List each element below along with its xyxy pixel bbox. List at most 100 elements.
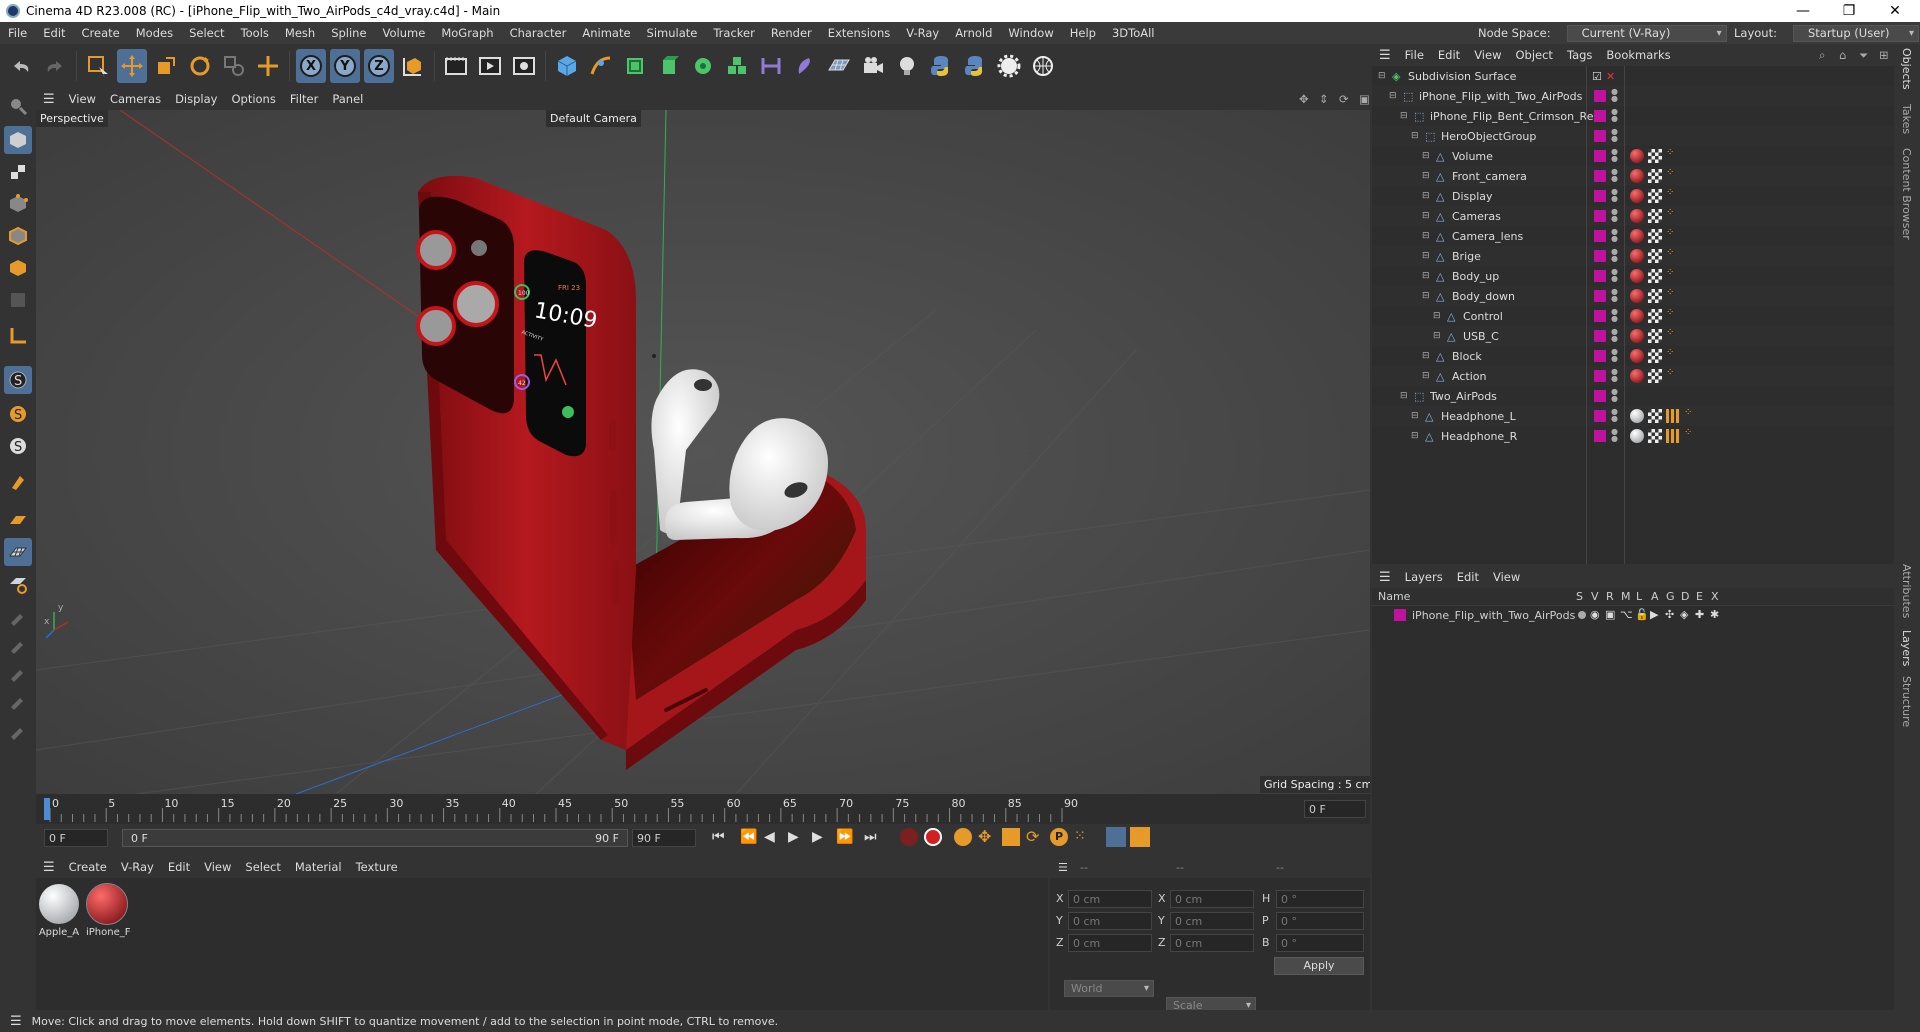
expand-toggle-icon[interactable]: ⊟ bbox=[1433, 311, 1441, 321]
expand-toggle-icon[interactable]: ⊟ bbox=[1422, 151, 1430, 161]
layer-color-tag[interactable] bbox=[1594, 270, 1606, 282]
layer-solo-icon[interactable] bbox=[1578, 611, 1586, 619]
layer-color-tag[interactable] bbox=[1594, 290, 1606, 302]
viewport-menu-options[interactable]: Options bbox=[224, 92, 282, 106]
axis-mode-icon[interactable] bbox=[4, 322, 32, 350]
close-button[interactable]: ✕ bbox=[1872, 0, 1918, 22]
object-name[interactable]: Brige bbox=[1452, 250, 1481, 263]
node-space-dropdown[interactable]: Current (V-Ray) bbox=[1566, 24, 1727, 42]
visibility-dots-icon[interactable]: ● ● bbox=[1611, 108, 1618, 123]
coord-size-z-field[interactable]: 0 cm bbox=[1170, 934, 1254, 952]
object-row[interactable]: ⊟ △ Block ● ● ⁘ bbox=[1372, 346, 1894, 366]
layer-render-icon[interactable]: ▣ bbox=[1605, 608, 1615, 621]
current-frame-field[interactable]: 0 F bbox=[1304, 800, 1366, 818]
object-row[interactable]: ⊟ ◈ Subdivision Surface ☑ ✕ bbox=[1372, 66, 1894, 86]
material-tag-icon[interactable] bbox=[1630, 149, 1644, 163]
undo-icon[interactable] bbox=[6, 49, 36, 83]
phong-tag-icon[interactable]: ⁘ bbox=[1666, 287, 1674, 298]
menu-create[interactable]: Create bbox=[74, 26, 128, 40]
material-tag-icon[interactable] bbox=[1630, 409, 1644, 423]
workplane-snap-icon[interactable]: S bbox=[4, 432, 32, 460]
start-frame-field[interactable]: 0 F bbox=[44, 829, 108, 847]
floor-icon[interactable] bbox=[824, 49, 854, 83]
object-row[interactable]: ⊟ ⬚ iPhone_Flip_Bent_Crimson_Red ● ● bbox=[1372, 106, 1894, 126]
record-icon[interactable] bbox=[900, 828, 918, 846]
expand-toggle-icon[interactable]: ⊟ bbox=[1378, 71, 1386, 81]
visibility-dots-icon[interactable]: ● ● bbox=[1611, 288, 1618, 303]
uvw-tag-icon[interactable] bbox=[1648, 409, 1662, 423]
search-icon[interactable]: ⌕ bbox=[1812, 48, 1832, 63]
object-row[interactable]: ⊟ △ Headphone_L ● ● ⁘ bbox=[1372, 406, 1894, 426]
object-menu-object[interactable]: Object bbox=[1508, 48, 1559, 62]
layer-color-tag[interactable] bbox=[1594, 310, 1606, 322]
layer-deformer-icon[interactable]: ◈ bbox=[1680, 608, 1688, 621]
visibility-dots-icon[interactable]: ● ● bbox=[1611, 128, 1618, 143]
coord-menu-icon[interactable]: ☰ bbox=[1050, 861, 1076, 874]
uvw-tag-icon[interactable] bbox=[1648, 429, 1662, 443]
object-row[interactable]: ⊟ △ Brige ● ● ⁘ bbox=[1372, 246, 1894, 266]
selection-tag-icon[interactable] bbox=[1666, 409, 1680, 423]
live-selection-icon[interactable] bbox=[83, 49, 113, 83]
disable-x-icon[interactable]: ✕ bbox=[1606, 70, 1615, 83]
visibility-dots-icon[interactable]: ● ● bbox=[1611, 188, 1618, 203]
layer-menu-icon[interactable]: ☰ bbox=[1372, 570, 1398, 585]
layer-color-tag[interactable] bbox=[1594, 190, 1606, 202]
object-name[interactable]: Subdivision Surface bbox=[1408, 70, 1516, 83]
layer-color-tag[interactable] bbox=[1594, 430, 1606, 442]
coord-pos-y-field[interactable]: 0 cm bbox=[1068, 912, 1152, 930]
menu-edit[interactable]: Edit bbox=[35, 26, 73, 40]
polygon-mode-icon[interactable] bbox=[4, 254, 32, 282]
object-row[interactable]: ⊟ △ Action ● ● ⁘ bbox=[1372, 366, 1894, 386]
object-name[interactable]: Camera_lens bbox=[1452, 230, 1523, 243]
visibility-dots-icon[interactable]: ● ● bbox=[1611, 388, 1618, 403]
visibility-dots-icon[interactable]: ● ● bbox=[1611, 368, 1618, 383]
rotate-tool-icon[interactable] bbox=[185, 49, 215, 83]
parameter-key-icon[interactable]: P bbox=[1050, 828, 1068, 846]
material-tag-icon[interactable] bbox=[1630, 189, 1644, 203]
menu-mesh[interactable]: Mesh bbox=[277, 26, 323, 40]
frame-range-slider[interactable]: 0 F 90 F bbox=[122, 829, 628, 847]
python-generator-icon[interactable] bbox=[960, 49, 990, 83]
cloner-icon[interactable] bbox=[688, 49, 718, 83]
coord-space-dropdown[interactable]: World bbox=[1064, 980, 1154, 997]
viewport-menu-view[interactable]: View bbox=[62, 92, 103, 106]
selection-tag-icon[interactable] bbox=[1666, 429, 1680, 443]
layer-color-tag[interactable] bbox=[1594, 390, 1606, 402]
object-row[interactable]: ⊟ △ Headphone_R ● ● ⁘ bbox=[1372, 426, 1894, 446]
z-axis-lock-icon[interactable]: Z bbox=[364, 49, 394, 83]
snap-icon[interactable]: S bbox=[4, 366, 32, 394]
visibility-dots-icon[interactable]: ● ● bbox=[1611, 168, 1618, 183]
coord-rot-b-field[interactable]: 0 ° bbox=[1276, 934, 1364, 952]
phong-tag-icon[interactable]: ⁘ bbox=[1666, 187, 1674, 198]
end-frame-field[interactable]: 90 F bbox=[632, 829, 696, 847]
material-tag-icon[interactable] bbox=[1630, 269, 1644, 283]
render-settings-icon[interactable] bbox=[509, 49, 539, 83]
layer-manager-icon[interactable]: ⌥ bbox=[1620, 608, 1633, 621]
texture-mode-icon[interactable] bbox=[4, 158, 32, 186]
layer-visible-icon[interactable]: ◉ bbox=[1590, 608, 1600, 621]
autokey-icon[interactable] bbox=[924, 828, 942, 846]
layer-color-tag[interactable] bbox=[1594, 230, 1606, 242]
expand-toggle-icon[interactable]: ⊟ bbox=[1422, 171, 1430, 181]
object-menu-icon[interactable]: ☰ bbox=[1372, 48, 1398, 63]
viewport-perspective[interactable]: 100 10:09 FRI 23 ACTIVITY 42 y x Perspec… bbox=[36, 110, 1370, 794]
uvw-tag-icon[interactable] bbox=[1648, 369, 1662, 383]
minimize-button[interactable]: — bbox=[1780, 0, 1826, 22]
material-menu-vray[interactable]: V-Ray bbox=[114, 860, 161, 874]
move-tool-icon[interactable] bbox=[117, 49, 147, 83]
make-editable-icon[interactable] bbox=[4, 92, 32, 120]
tweak-mode-icon[interactable] bbox=[4, 468, 32, 496]
next-frame-icon[interactable]: ▶ bbox=[812, 829, 823, 845]
tab-layers[interactable]: Layers bbox=[1900, 630, 1913, 666]
material-tag-icon[interactable] bbox=[1630, 209, 1644, 223]
layer-color-tag[interactable] bbox=[1594, 150, 1606, 162]
menu-mograph[interactable]: MoGraph bbox=[433, 26, 501, 40]
edge-mode-icon[interactable] bbox=[4, 222, 32, 250]
expand-toggle-icon[interactable]: ⊟ bbox=[1400, 111, 1408, 121]
coord-rot-p-field[interactable]: 0 ° bbox=[1276, 912, 1364, 930]
layer-color-tag[interactable] bbox=[1594, 350, 1606, 362]
object-name[interactable]: HeroObjectGroup bbox=[1441, 130, 1536, 143]
visibility-dots-icon[interactable]: ● ● bbox=[1611, 428, 1618, 443]
vray-globe-icon[interactable] bbox=[1028, 49, 1058, 83]
material-menu-texture[interactable]: Texture bbox=[349, 860, 405, 874]
